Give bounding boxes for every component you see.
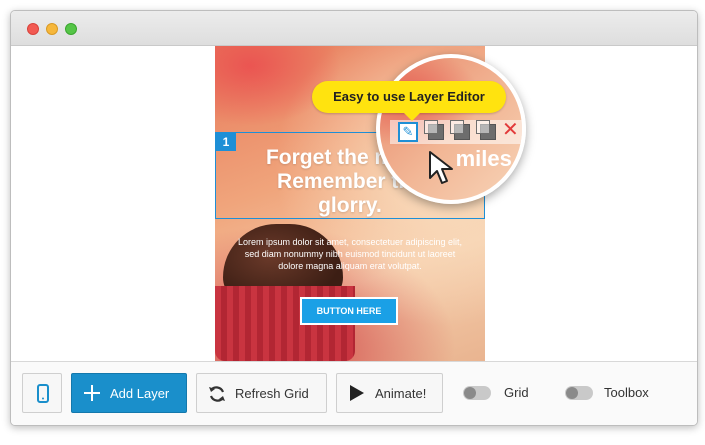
slide-body-text[interactable]: Lorem ipsum dolor sit amet, consectetuer… [235, 236, 465, 272]
add-layer-button[interactable]: Add Layer [71, 373, 187, 413]
grid-toggle-knob [464, 387, 476, 399]
title-bar [11, 11, 697, 46]
layer-editor-magnifier: ✎ ✕ miles. [376, 54, 526, 204]
minimize-window-button[interactable] [46, 23, 58, 35]
play-icon [350, 385, 364, 401]
copy-icon[interactable] [450, 120, 470, 140]
animate-label: Animate! [375, 386, 427, 401]
close-window-button[interactable] [27, 23, 39, 35]
toolbox-toggle-knob [566, 387, 578, 399]
bottom-toolbar: Add Layer Refresh Grid Animate! Grid Too… [11, 361, 697, 425]
mobile-preview-button[interactable] [22, 373, 62, 413]
add-layer-label: Add Layer [110, 386, 170, 401]
grid-toggle[interactable] [463, 386, 491, 400]
phone-icon [37, 384, 49, 403]
layer-editor-tooltip: Easy to use Layer Editor [312, 81, 506, 121]
refresh-grid-label: Refresh Grid [235, 386, 309, 401]
edit-icon[interactable]: ✎ [398, 122, 418, 142]
duplicate-icon[interactable] [424, 120, 444, 140]
grid-label: Grid [504, 385, 529, 400]
slide-cta-button[interactable]: BUTTON HERE [300, 297, 398, 325]
toolbox-label: Toolbox [604, 385, 649, 400]
magnified-text: miles. [455, 146, 518, 171]
layer-number-badge: 1 [216, 133, 236, 151]
paste-icon[interactable] [476, 120, 496, 140]
maximize-window-button[interactable] [65, 23, 77, 35]
app-window: 1 Forget the miles. Remember the glorry.… [10, 10, 698, 426]
animate-button[interactable]: Animate! [336, 373, 443, 413]
close-icon[interactable]: ✕ [502, 120, 520, 140]
mouse-cursor-icon [429, 151, 453, 184]
toolbox-toggle[interactable] [565, 386, 593, 400]
refresh-icon [209, 386, 225, 402]
refresh-grid-button[interactable]: Refresh Grid [196, 373, 327, 413]
plus-icon [84, 385, 100, 401]
